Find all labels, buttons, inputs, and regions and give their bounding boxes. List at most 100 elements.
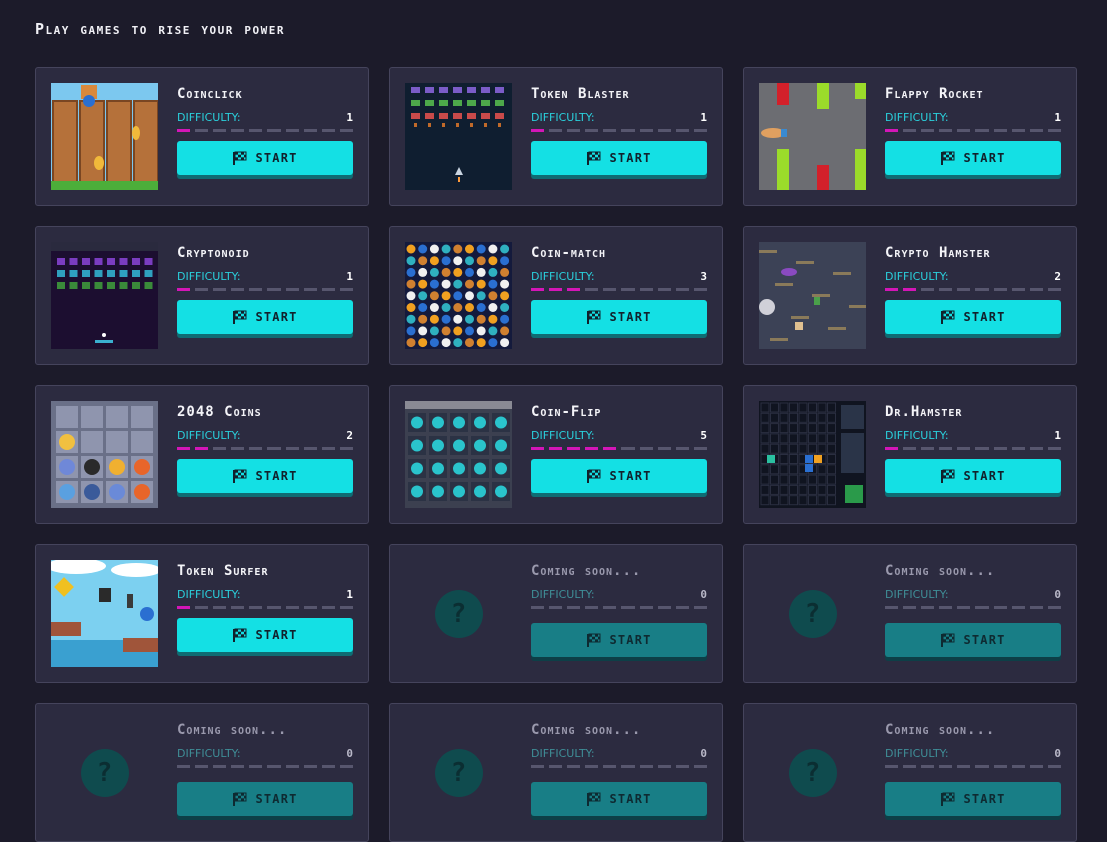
difficulty-segment — [249, 129, 263, 132]
difficulty-segment — [303, 129, 317, 132]
game-title: Flappy Rocket — [885, 86, 984, 102]
start-button[interactable]: START — [531, 623, 707, 657]
start-button[interactable]: START — [531, 141, 707, 175]
difficulty-segment — [675, 129, 689, 132]
start-button[interactable]: START — [177, 782, 353, 816]
difficulty-segment — [603, 129, 617, 132]
difficulty-segment — [975, 765, 989, 768]
checkered-flag-icon — [233, 469, 247, 483]
difficulty-value: 0 — [700, 587, 707, 601]
difficulty-segment — [285, 447, 299, 450]
game-card: ? Coming soon... DIFFICULTY: 0 START — [743, 703, 1077, 842]
difficulty-segment — [693, 447, 707, 450]
start-button[interactable]: START — [177, 459, 353, 493]
difficulty-segment — [567, 606, 581, 609]
game-info: Coming soon... DIFFICULTY: 0 START — [531, 720, 707, 816]
game-thumbnail[interactable] — [759, 83, 866, 190]
difficulty-label: DIFFICULTY: — [177, 269, 241, 283]
checkered-flag-icon — [233, 628, 247, 642]
difficulty-segment — [993, 606, 1007, 609]
difficulty-segment — [639, 447, 653, 450]
difficulty-segment — [549, 606, 563, 609]
difficulty-segment — [921, 765, 935, 768]
difficulty-segment — [975, 447, 989, 450]
difficulty-segment — [993, 288, 1007, 291]
game-thumbnail[interactable] — [759, 242, 866, 349]
start-button[interactable]: START — [531, 782, 707, 816]
difficulty-bar — [177, 447, 353, 450]
difficulty-segment — [903, 129, 917, 132]
difficulty-segment — [231, 447, 245, 450]
checkered-flag-icon — [941, 792, 955, 806]
game-card: ? Coming soon... DIFFICULTY: 0 START — [743, 544, 1077, 683]
game-info: Dr.Hamster DIFFICULTY: 1 START — [885, 402, 1061, 493]
game-thumbnail[interactable] — [405, 83, 512, 190]
difficulty-segment — [939, 129, 953, 132]
difficulty-segment — [621, 606, 635, 609]
game-thumbnail[interactable] — [405, 242, 512, 349]
difficulty-segment — [675, 606, 689, 609]
difficulty-segment — [975, 288, 989, 291]
difficulty-value: 3 — [700, 269, 707, 283]
difficulty-segment — [177, 447, 191, 450]
game-card: 2048 Coins DIFFICULTY: 2 START — [35, 385, 369, 524]
difficulty-segment — [321, 765, 335, 768]
game-info: Coin-match DIFFICULTY: 3 START — [531, 243, 707, 334]
start-button[interactable]: START — [531, 300, 707, 334]
start-button[interactable]: START — [177, 141, 353, 175]
difficulty-segment — [177, 129, 191, 132]
difficulty-segment — [993, 129, 1007, 132]
game-thumbnail[interactable] — [51, 83, 158, 190]
start-button[interactable]: START — [177, 300, 353, 334]
game-title: Coming soon... — [885, 722, 996, 738]
start-button[interactable]: START — [885, 459, 1061, 493]
difficulty-segment — [957, 765, 971, 768]
start-button[interactable]: START — [885, 623, 1061, 657]
difficulty-segment — [657, 765, 671, 768]
difficulty-segment — [1011, 288, 1025, 291]
start-button[interactable]: START — [885, 300, 1061, 334]
start-button[interactable]: START — [885, 141, 1061, 175]
difficulty-segment — [939, 765, 953, 768]
difficulty-segment — [693, 288, 707, 291]
game-thumbnail[interactable] — [51, 242, 158, 349]
start-button[interactable]: START — [531, 459, 707, 493]
start-button-label: START — [963, 310, 1006, 324]
difficulty-row: DIFFICULTY: 0 — [885, 746, 1061, 760]
difficulty-segment — [177, 606, 191, 609]
difficulty-bar — [531, 129, 707, 132]
difficulty-segment — [249, 606, 263, 609]
difficulty-segment — [267, 288, 281, 291]
difficulty-segment — [213, 447, 227, 450]
difficulty-segment — [549, 288, 563, 291]
game-thumbnail[interactable] — [51, 401, 158, 508]
difficulty-bar — [177, 606, 353, 609]
game-thumbnail[interactable] — [405, 401, 512, 508]
difficulty-segment — [657, 288, 671, 291]
game-title: Coming soon... — [177, 722, 288, 738]
game-info: Flappy Rocket DIFFICULTY: 1 START — [885, 84, 1061, 175]
difficulty-segment — [993, 447, 1007, 450]
start-button[interactable]: START — [177, 618, 353, 652]
difficulty-segment — [603, 288, 617, 291]
game-thumbnail[interactable] — [51, 560, 158, 667]
start-button[interactable]: START — [885, 782, 1061, 816]
difficulty-label: DIFFICULTY: — [885, 110, 949, 124]
difficulty-segment — [693, 129, 707, 132]
difficulty-row: DIFFICULTY: 0 — [531, 746, 707, 760]
difficulty-segment — [1029, 606, 1043, 609]
difficulty-segment — [531, 129, 545, 132]
difficulty-segment — [621, 765, 635, 768]
difficulty-segment — [885, 288, 899, 291]
difficulty-row: DIFFICULTY: 3 — [531, 269, 707, 283]
checkered-flag-icon — [941, 310, 955, 324]
difficulty-row: DIFFICULTY: 0 — [531, 587, 707, 601]
difficulty-segment — [231, 765, 245, 768]
difficulty-segment — [585, 447, 599, 450]
difficulty-segment — [339, 129, 353, 132]
difficulty-segment — [675, 447, 689, 450]
game-thumbnail[interactable] — [759, 401, 866, 508]
difficulty-segment — [195, 129, 209, 132]
start-button-label: START — [963, 633, 1006, 647]
difficulty-value: 1 — [1054, 428, 1061, 442]
